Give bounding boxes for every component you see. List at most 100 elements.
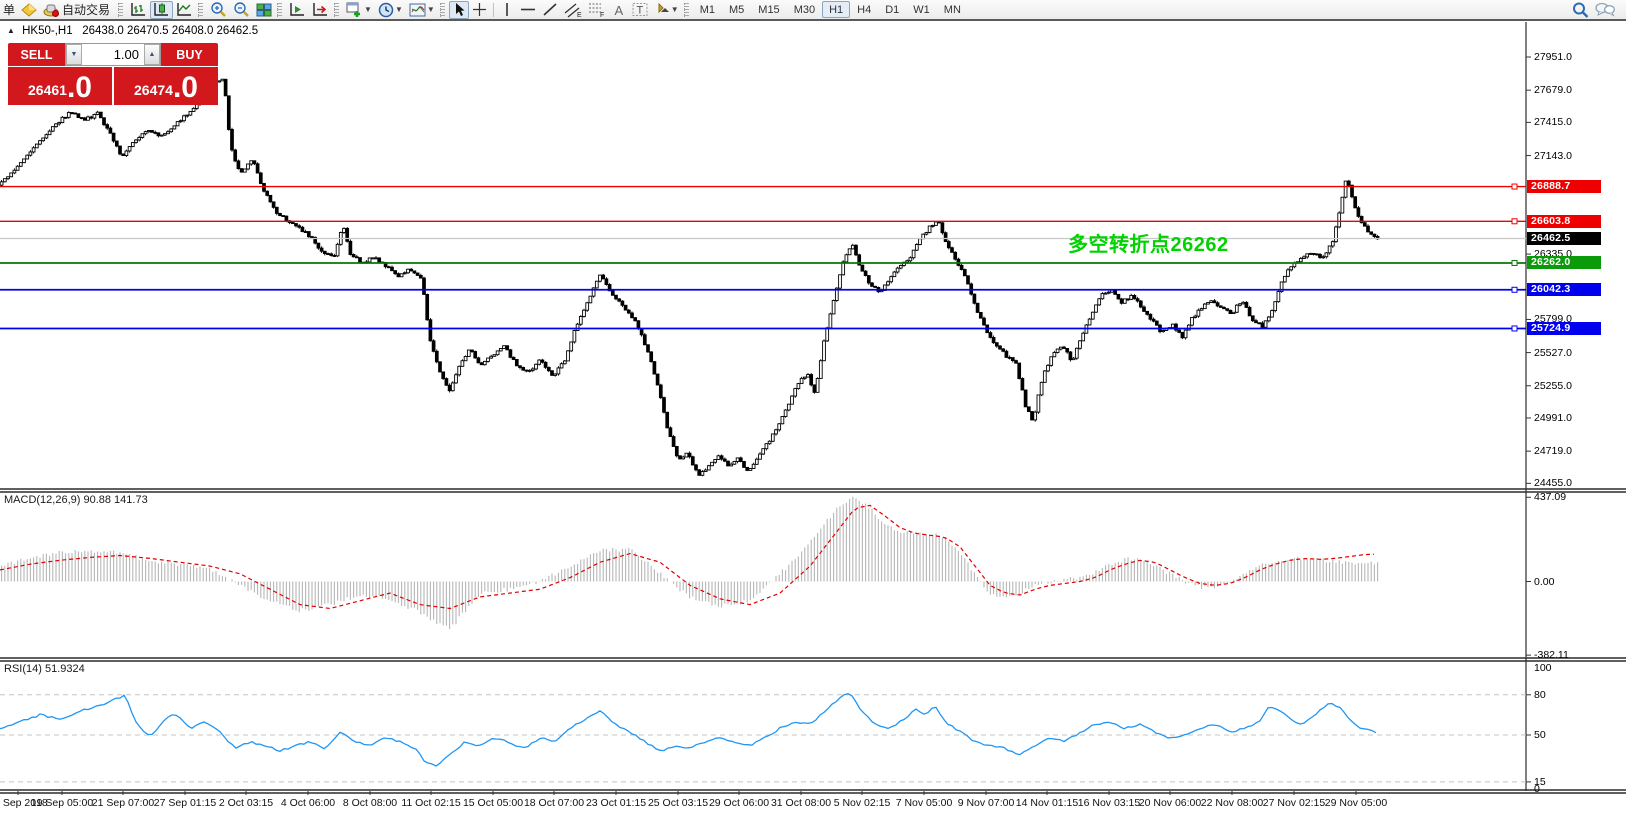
auto-scroll-button[interactable] [286, 1, 309, 19]
rsi-indicator-label: RSI(14) 51.9324 [4, 663, 85, 675]
macd-signal-line [0, 505, 1374, 608]
collapse-panel-icon[interactable]: ▲ [7, 26, 15, 35]
timeframe-M5[interactable]: M5 [722, 1, 751, 18]
zoom-out-button[interactable] [230, 1, 253, 19]
line-handle[interactable] [1512, 326, 1517, 331]
horizontal-line-button[interactable] [517, 1, 539, 19]
time-axis-label: 18 Oct 07:00 [524, 797, 584, 809]
equidistant-channel-button[interactable]: E [561, 1, 585, 19]
rsi-scale-100: 100 [1534, 662, 1622, 674]
price-axis-tick: 24455.0 [1534, 477, 1622, 489]
price-tag-26262[interactable]: 26262.0 [1527, 256, 1601, 269]
chat-button[interactable] [1592, 1, 1618, 19]
price-axis-tick: 27679.0 [1534, 84, 1622, 96]
macd-scale-zero: 0.00 [1534, 576, 1622, 588]
new-order-button[interactable]: 单 [0, 1, 18, 18]
line-handle[interactable] [1512, 260, 1517, 265]
price-tag-26042.3[interactable]: 26042.3 [1527, 283, 1601, 296]
line-handle[interactable] [1512, 287, 1517, 292]
order-book-icon[interactable] [18, 1, 40, 19]
tile-windows-button[interactable] [253, 1, 275, 19]
toolbar-grip [198, 3, 203, 17]
chevron-down-icon[interactable]: ▼ [364, 5, 372, 14]
rsi-level-label-50: 50 [1534, 729, 1622, 741]
svg-text:A: A [614, 3, 623, 17]
timeframe-M15[interactable]: M15 [751, 1, 786, 18]
fibonacci-button[interactable]: F [585, 1, 609, 19]
vertical-line-button[interactable] [497, 1, 517, 19]
timeframe-group: M1M5M15M30H1H4D1W1MN [693, 1, 968, 18]
periods-button[interactable]: ▼ [375, 1, 406, 19]
svg-text:F: F [600, 12, 604, 18]
time-axis-label: 23 Oct 01:15 [586, 797, 646, 809]
pivot-annotation-text[interactable]: 多空转折点26262 [1068, 228, 1229, 257]
autotrading-icon [43, 3, 59, 17]
timeframe-D1[interactable]: D1 [878, 1, 906, 18]
buy-price-pip: .0 [173, 73, 198, 103]
buy-button[interactable]: BUY [161, 43, 218, 66]
templates-button[interactable]: ▼ [406, 1, 438, 19]
volume-increase-button[interactable]: ▲ [144, 44, 160, 65]
chevron-down-icon[interactable]: ▼ [427, 5, 435, 14]
sell-button[interactable]: SELL [8, 43, 65, 66]
time-axis-label: 14 Nov 01:15 [1016, 797, 1078, 809]
trendline-button[interactable] [539, 1, 561, 19]
buy-price-main: 26474 [134, 77, 173, 103]
one-click-trade-panel: SELL ▼ ▲ BUY 26461.0 26474.0 [8, 43, 218, 105]
chevron-down-icon[interactable]: ▼ [671, 5, 679, 14]
price-tag-26888.7[interactable]: 26888.7 [1527, 180, 1601, 193]
timeframe-M30[interactable]: M30 [787, 1, 822, 18]
line-handle[interactable] [1512, 184, 1517, 189]
text-button[interactable]: A [609, 1, 629, 19]
timeframe-MN[interactable]: MN [937, 1, 968, 18]
time-axis-label: 19 Sep 05:00 [31, 797, 93, 809]
candlestick-chart-icon [153, 2, 170, 17]
time-axis-label: 11 Oct 02:15 [401, 797, 460, 809]
line-handle[interactable] [1512, 219, 1517, 224]
price-tag-26462.5[interactable]: 26462.5 [1527, 232, 1601, 245]
crosshair-icon [472, 2, 487, 17]
text-label-icon: T [632, 2, 648, 17]
macd-indicator-label: MACD(12,26,9) 90.88 141.73 [4, 494, 148, 506]
sell-price-display[interactable]: 26461.0 [8, 67, 112, 105]
rsi-line [0, 694, 1376, 766]
toolbar: 单 自动交易 [0, 0, 1626, 21]
indicators-button[interactable]: ▼ [343, 1, 375, 19]
candlestick-chart-button[interactable] [150, 1, 173, 19]
zoom-in-button[interactable] [207, 1, 230, 19]
bar-chart-button[interactable] [127, 1, 150, 19]
text-label-button[interactable]: T [629, 1, 651, 19]
timeframe-M1[interactable]: M1 [693, 1, 722, 18]
time-axis-label: 21 Sep 07:00 [92, 797, 154, 809]
chart-shift-button[interactable] [309, 1, 332, 19]
price-axis-tick: 27415.0 [1534, 116, 1622, 128]
autotrading-label: 自动交易 [59, 1, 113, 18]
buy-price-display[interactable]: 26474.0 [114, 67, 218, 105]
fibonacci-icon: F [588, 2, 606, 18]
bar-chart-icon [130, 2, 147, 17]
volume-decrease-button[interactable]: ▼ [66, 44, 82, 65]
price-axis-tick: 27143.0 [1534, 150, 1622, 162]
cursor-button[interactable] [449, 1, 469, 19]
volume-input[interactable] [82, 44, 144, 65]
search-button[interactable] [1569, 1, 1592, 19]
timeframe-H4[interactable]: H4 [850, 1, 878, 18]
crosshair-button[interactable] [469, 1, 490, 19]
cursor-icon [452, 2, 466, 17]
chevron-down-icon[interactable]: ▼ [395, 5, 403, 14]
price-tag-26603.8[interactable]: 26603.8 [1527, 215, 1601, 228]
chart-canvas[interactable] [0, 0, 1626, 821]
toolbar-grip [118, 3, 123, 17]
arrows-button[interactable]: ▼ [651, 1, 682, 19]
svg-text:E: E [577, 12, 582, 18]
price-tag-25724.9[interactable]: 25724.9 [1527, 322, 1601, 335]
price-axis-tick: 27951.0 [1534, 51, 1622, 63]
timeframe-W1[interactable]: W1 [906, 1, 937, 18]
autotrading-button[interactable]: 自动交易 [40, 1, 116, 19]
macd-scale-max: 437.09 [1534, 491, 1622, 503]
time-axis-label: 31 Oct 08:00 [771, 797, 831, 809]
price-axis-tick: 24719.0 [1534, 445, 1622, 457]
timeframe-H1[interactable]: H1 [822, 1, 850, 18]
candlestick-series [0, 79, 1379, 477]
line-chart-button[interactable] [173, 1, 196, 19]
